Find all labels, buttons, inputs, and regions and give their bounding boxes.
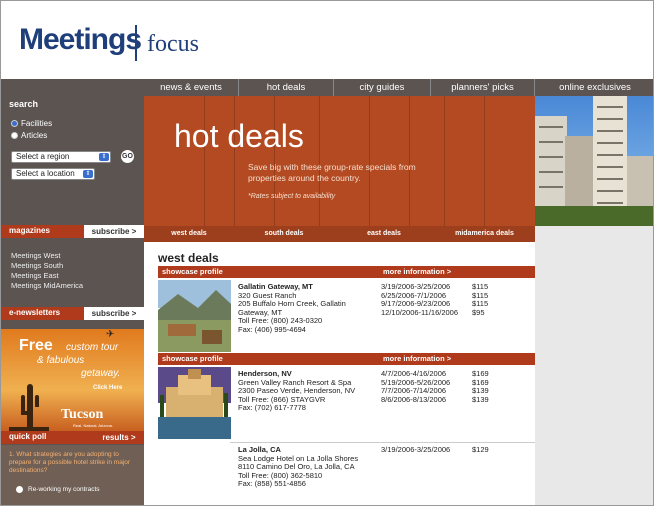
location-select[interactable]: Select a location ⇕ <box>11 168 95 180</box>
airplane-icon: ✈ <box>106 329 115 340</box>
nav-hot-deals[interactable]: hot deals <box>239 79 334 96</box>
logo-divider <box>135 25 137 61</box>
magazines-title: magazines <box>9 226 50 235</box>
tab-west-deals[interactable]: west deals <box>144 226 234 242</box>
showcase-bar: showcase profile more information > <box>158 353 535 365</box>
listing-details: Gallatin Gateway, MT 320 Guest Ranch 205… <box>238 282 346 334</box>
nav-news-events[interactable]: news & events <box>144 79 239 96</box>
enewsletters-title: e-newsletters <box>9 308 61 317</box>
listing-divider <box>230 442 535 443</box>
radio-articles[interactable]: Articles <box>11 131 47 140</box>
poll-bar: quick poll results > <box>1 431 144 444</box>
location-select-value: Select a location <box>16 169 75 178</box>
site-logo-subtitle: focus <box>147 31 199 57</box>
select-arrow-icon: ⇕ <box>99 153 109 161</box>
nav-planners-picks[interactable]: planners' picks <box>431 79 535 96</box>
date-range: 12/10/2006-11/16/2006 <box>381 307 459 317</box>
ad-free-text: Free <box>19 337 53 354</box>
enewsletters-subscribe-link[interactable]: subscribe > <box>84 307 144 320</box>
poll-results-link[interactable]: results > <box>94 431 144 444</box>
main-nav: news & events hot deals city guides plan… <box>144 79 653 96</box>
date-range: 8/6/2006-8/13/2006 <box>381 394 447 404</box>
magazine-link[interactable]: Meetings MidAmerica <box>11 281 83 291</box>
region-tabs: west deals south deals east deals midame… <box>144 226 535 242</box>
radio-selected-icon[interactable] <box>11 120 18 127</box>
go-button[interactable]: GO <box>121 150 134 163</box>
ad-click-here[interactable]: Click Here <box>93 385 122 391</box>
listing-prices: $129 <box>472 445 489 455</box>
listing-dates: 4/7/2006-4/16/2006 5/19/2006-5/26/2006 7… <box>381 369 450 404</box>
poll-option[interactable]: Re-working my contracts <box>16 486 100 493</box>
listing-dates: 3/19/2006-3/25/2006 6/25/2006-7/1/2006 9… <box>381 282 459 317</box>
showcase-label: showcase profile <box>162 267 223 276</box>
tab-east-deals[interactable]: east deals <box>334 226 434 242</box>
poll-box: 1. What strategies are you adopting to p… <box>1 445 144 505</box>
section-title: west deals <box>158 251 219 265</box>
ad-tagline: Real. Natural. Arizona. <box>73 423 114 428</box>
magazine-link[interactable]: Meetings West <box>11 251 83 261</box>
listing-details: La Jolla, CA Sea Lodge Hotel on La Jolla… <box>238 445 358 489</box>
radio-icon[interactable] <box>11 132 18 139</box>
search-title: search <box>9 99 39 109</box>
hero-banner: hot deals Save big with these group-rate… <box>144 96 535 226</box>
poll-option-label: Re-working my contracts <box>28 486 100 493</box>
tab-midamerica-deals[interactable]: midamerica deals <box>434 226 535 242</box>
sidebar: search Facilities Articles Select a regi… <box>1 79 144 505</box>
site-logo[interactable]: Meetings <box>19 23 142 57</box>
tucson-ad-banner[interactable]: ✈ Free custom tour & fabulous getaway. C… <box>1 329 144 431</box>
hero-title: hot deals <box>174 118 304 154</box>
page: Meetings focus news & events hot deals c… <box>0 0 654 506</box>
magazine-list: Meetings West Meetings South Meetings Ea… <box>11 251 83 291</box>
cactus-icon <box>9 384 49 431</box>
nav-city-guides[interactable]: city guides <box>334 79 431 96</box>
listing-photo[interactable] <box>158 280 231 352</box>
listing-line: Fax: (858) 551-4856 <box>238 479 306 488</box>
radio-icon[interactable] <box>16 486 23 493</box>
listing-line: Fax: (406) 995-4694 <box>238 324 306 334</box>
magazines-bar: magazines subscribe > <box>1 225 144 238</box>
price: $139 <box>472 394 489 404</box>
price: $95 <box>472 307 485 317</box>
site-header: Meetings focus <box>1 1 653 79</box>
poll-title: quick poll <box>9 432 47 441</box>
more-info-link[interactable]: more information > <box>383 267 451 276</box>
deals-content: west deals showcase profile more informa… <box>144 242 535 505</box>
radio-facilities[interactable]: Facilities <box>11 119 52 128</box>
right-panel-bar <box>535 226 653 242</box>
select-arrow-icon: ⇕ <box>83 170 93 178</box>
right-column <box>535 242 653 505</box>
showcase-label: showcase profile <box>162 354 223 363</box>
listing-photo[interactable] <box>158 367 231 439</box>
radio-label: Articles <box>21 131 48 140</box>
region-select[interactable]: Select a region ⇕ <box>11 151 111 163</box>
listing-prices: $169 $169 $139 $139 <box>472 369 489 404</box>
price: $129 <box>472 445 489 454</box>
hero-description: Save big with these group-rate specials … <box>248 162 416 183</box>
listing-dates: 3/19/2006-3/25/2006 <box>381 445 451 455</box>
listing-prices: $115 $115 $115 $95 <box>472 282 488 317</box>
ad-text: & fabulous <box>37 355 85 366</box>
showcase-bar: showcase profile more information > <box>158 266 535 278</box>
region-select-value: Select a region <box>16 152 70 161</box>
ad-brand-logo: Tucson <box>61 407 104 422</box>
date-range: 3/19/2006-3/25/2006 <box>381 445 451 454</box>
ad-text: custom tour <box>66 342 119 353</box>
hero-note: *Rates subject to availability <box>248 193 336 200</box>
listing-details: Henderson, NV Green Valley Ranch Resort … <box>238 369 355 413</box>
more-info-link[interactable]: more information > <box>383 354 451 363</box>
magazine-link[interactable]: Meetings South <box>11 261 83 271</box>
magazine-link[interactable]: Meetings East <box>11 271 83 281</box>
listing-line: Fax: (702) 617-7778 <box>238 403 306 412</box>
ad-text: getaway. <box>81 368 121 379</box>
city-skyline-image <box>535 96 653 226</box>
nav-online-exclusives[interactable]: online exclusives <box>535 79 653 96</box>
magazines-subscribe-link[interactable]: subscribe > <box>84 225 144 238</box>
radio-label: Facilities <box>21 119 53 128</box>
poll-question: 1. What strategies are you adopting to p… <box>9 451 131 474</box>
enewsletters-bar: e-newsletters subscribe > <box>1 307 144 320</box>
tab-south-deals[interactable]: south deals <box>234 226 334 242</box>
